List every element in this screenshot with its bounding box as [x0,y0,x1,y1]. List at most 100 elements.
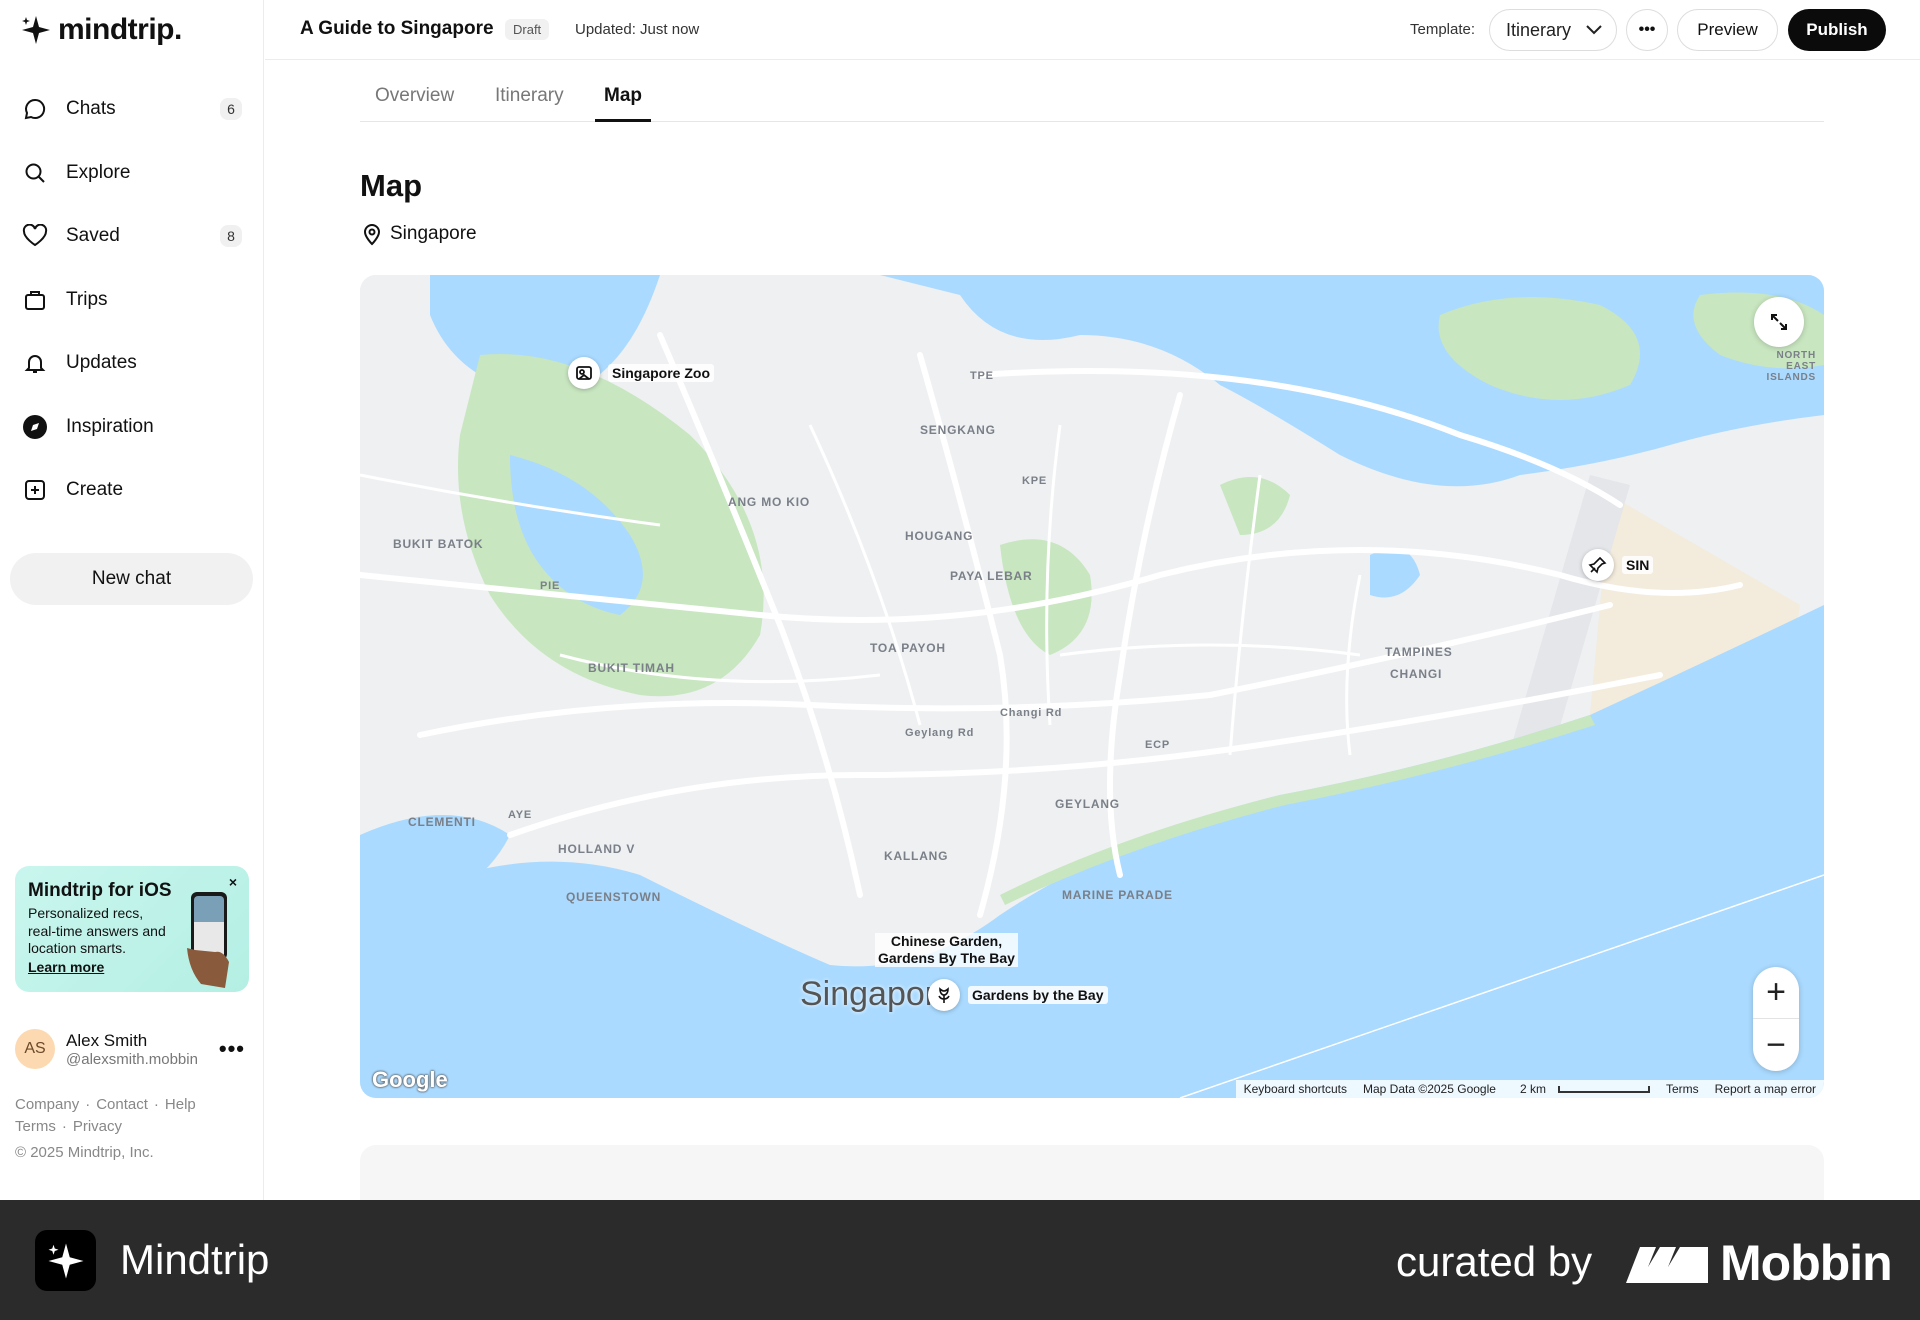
map-label-geylang-rd: Geylang Rd [905,727,975,739]
user-name: Alex Smith [66,1030,148,1050]
sidebar-item-explore[interactable]: Explore [10,146,254,200]
tab-itinerary[interactable]: Itinerary [495,85,564,119]
user-handle: @alexsmith.mobbin [66,1050,198,1068]
sidebar-item-label: Explore [66,161,131,183]
template-select[interactable]: Itinerary [1489,9,1617,51]
mobbin-mark-icon [1626,1247,1708,1283]
sidebar-item-updates[interactable]: Updates [10,336,254,390]
map-label-sengkang: SENGKANG [920,423,996,437]
search-icon [22,160,48,186]
map-label-paya-lebar: PAYA LEBAR [950,569,1033,583]
map-label-ecp: ECP [1145,739,1171,751]
sidebar-item-saved[interactable]: Saved 8 [10,209,254,263]
poi-label: Gardens by the Bay [968,986,1108,1004]
terms-link[interactable]: Terms [15,1118,56,1135]
top-bar: A Guide to Singapore Draft Updated: Just… [265,0,1920,60]
template-value: Itinerary [1506,19,1572,40]
privacy-link[interactable]: Privacy [73,1118,122,1135]
sidebar-item-create[interactable]: Create [10,463,254,517]
sidebar-item-inspiration[interactable]: Inspiration [10,400,254,454]
map-label-toa-payoh: TOA PAYOH [870,641,946,655]
user-profile[interactable]: AS Alex Smith @alexsmith.mobbin ••• [15,1026,245,1072]
tab-overview[interactable]: Overview [375,85,454,119]
map-label-pie: PIE [540,580,561,592]
keyboard-shortcuts-link[interactable]: Keyboard shortcuts [1236,1082,1355,1096]
status-badge: Draft [505,19,550,40]
map-label-changi: CHANGI [1390,667,1443,681]
brand-app-name: Mindtrip [120,1236,270,1283]
sidebar-item-chats[interactable]: Chats 6 [10,82,254,136]
location-row: Singapore [362,222,477,246]
poi-gardens-by-the-bay[interactable]: Gardens by the Bay [928,979,1108,1011]
scale-text: 2 km [1519,1082,1546,1096]
app-icon [35,1230,96,1291]
sidebar: mindtrip. Chats 6 Explore Saved 8 Trips … [0,0,264,1200]
chat-bubble-icon [22,96,48,122]
suitcase-icon [22,287,48,313]
scale-indicator: 2 km [1504,1082,1658,1096]
sidebar-item-label: Create [66,479,124,500]
new-chat-button[interactable]: New chat [10,553,253,605]
heart-icon [22,223,48,249]
promo-title: Mindtrip for iOS [28,880,172,901]
sidebar-item-trips[interactable]: Trips [10,273,254,327]
chevron-down-icon [1586,25,1602,35]
map-label-aye: AYE [508,809,533,821]
preview-button[interactable]: Preview [1677,9,1778,51]
copyright: © 2025 Mindtrip, Inc. [15,1144,154,1161]
zoom-in-button[interactable]: + [1753,967,1799,1019]
close-icon[interactable]: × [229,874,237,890]
tab-bar: Overview Itinerary Map [360,61,1824,122]
learn-more-link[interactable]: Learn more [28,959,104,975]
map-label-changi-rd: Changi Rd [1000,707,1063,719]
map-base [360,275,1824,1098]
zoom-controls: + − [1753,967,1799,1071]
map-label-north-east-islands: NORTH EAST ISLANDS [1766,350,1816,383]
poi-cluster-label[interactable]: Chinese Garden, Gardens By The Bay [875,933,1018,967]
count-badge: 8 [220,225,242,247]
map-label-kallang: KALLANG [884,849,949,863]
map-label-queenstown: QUEENSTOWN [566,890,662,904]
logo-text: mindtrip. [58,13,182,46]
sidebar-nav: Chats 6 Explore Saved 8 Trips Updates In… [10,82,254,527]
updated-status: Updated: Just now [575,21,700,38]
publish-button[interactable]: Publish [1788,9,1886,51]
count-badge: 6 [220,98,242,120]
contact-link[interactable]: Contact [96,1096,148,1113]
map-label-tpe: TPE [970,370,994,382]
plus-square-icon [22,477,48,503]
sidebar-item-label: Inspiration [66,415,154,437]
poi-singapore-zoo[interactable]: Singapore Zoo [568,357,714,389]
avatar: AS [15,1029,55,1069]
curated-by-text: curated by [1396,1238,1593,1285]
page-title[interactable]: A Guide to Singapore [300,18,494,40]
zoom-out-button[interactable]: − [1753,1019,1799,1071]
zoo-icon [568,357,600,389]
map-label-kpe: KPE [1022,475,1048,487]
map-view[interactable]: SENGKANG ANG MO KIO HOUGANG PAYA LEBAR B… [360,275,1824,1098]
map-label-holland-v: HOLLAND V [558,842,636,856]
company-link[interactable]: Company [15,1096,79,1113]
logo[interactable]: mindtrip. [20,12,182,48]
map-label-bukit-batok: BUKIT BATOK [393,537,484,551]
section-title: Map [360,168,422,203]
location-pin-icon [363,224,381,246]
tab-map[interactable]: Map [595,85,651,122]
terms-link[interactable]: Terms [1658,1082,1707,1096]
compass-icon [22,414,48,440]
expand-map-button[interactable] [1754,297,1804,347]
mobbin-logo: Mobbin [1626,1234,1893,1292]
more-button[interactable]: ••• [1626,9,1668,51]
sparkle-logo-icon [22,16,50,44]
help-link[interactable]: Help [165,1096,196,1113]
poi-changi-airport[interactable]: SIN [1582,549,1654,581]
promo-text: Personalized recs, real-time answers and… [28,905,166,956]
google-logo[interactable]: Google [372,1067,448,1093]
poi-label: SIN [1622,556,1654,574]
ios-promo-card[interactable]: Mindtrip for iOS Personalized recs, real… [15,866,249,992]
phone-illustration-icon [187,892,229,988]
more-options-icon[interactable]: ••• [219,1036,245,1062]
expand-icon [1771,314,1787,330]
report-error-link[interactable]: Report a map error [1707,1082,1824,1096]
footer-links: Company · Contact · Help Terms · Privacy [15,1096,196,1135]
